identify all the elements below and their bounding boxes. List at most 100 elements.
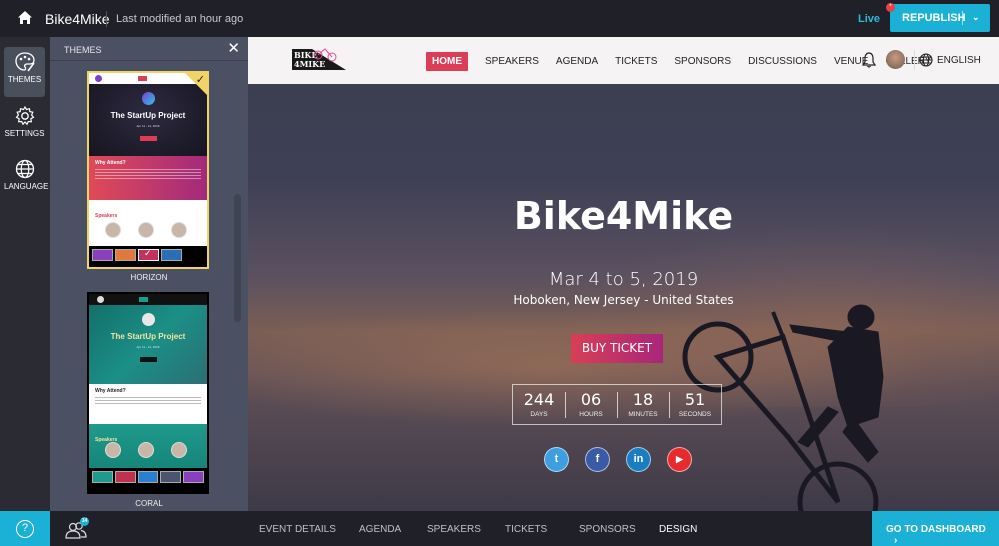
palette-icon [14, 52, 35, 72]
help-icon: ? [16, 520, 34, 538]
check-icon: ✓ [144, 248, 152, 258]
color-swatches: ✓ [89, 246, 207, 264]
theme-preview-why-heading: Why Attend? [95, 160, 126, 166]
swatch-teal[interactable] [92, 471, 113, 483]
nav-agenda[interactable]: AGENDA [556, 56, 598, 67]
theme-preview-why-heading: Why Attend? [95, 388, 126, 394]
bottom-bar: ? 14 EVENT DETAILS AGENDA SPEAKERS TICKE… [0, 511, 999, 546]
globe-icon[interactable] [919, 53, 933, 67]
twitter-icon[interactable]: t [544, 447, 569, 472]
swatch-crimson-selected[interactable]: ✓ [138, 248, 159, 261]
go-to-dashboard-button[interactable]: GO TO DASHBOARD › [872, 511, 999, 546]
theme-preview-hero: The StartUp Project Apr 11 - 12, 2018 [89, 305, 207, 384]
live-link[interactable]: Live [858, 13, 880, 25]
swatch-purple[interactable] [92, 249, 113, 261]
tab-agenda[interactable]: AGENDA [359, 524, 401, 535]
rail-item-label: LANGUAGE [4, 182, 49, 191]
theme-name-coral: CORAL [135, 499, 163, 508]
theme-logo-icon [95, 75, 102, 82]
rail-item-label: SETTINGS [4, 129, 45, 138]
attendees-count-badge: 14 [80, 517, 89, 526]
language-selector[interactable]: ENGLISH [937, 55, 981, 66]
theme-preview-why: Why Attend? [89, 384, 207, 424]
countdown-minutes: 18 MINUTES [617, 385, 669, 424]
republish-button[interactable]: REPUBLISH ⌄ [890, 4, 990, 32]
countdown-label: SECONDS [678, 411, 712, 418]
linkedin-icon[interactable]: in [626, 447, 651, 472]
help-button[interactable]: ? [0, 511, 50, 546]
chevron-right-icon: › [894, 535, 898, 546]
swatch-purple[interactable] [183, 471, 204, 483]
themes-panel: THEMES ✕ The StartUp Project Apr 11 - 12… [50, 37, 248, 511]
rail-item-themes[interactable]: THEMES [4, 47, 45, 97]
swatch-blue[interactable] [161, 249, 182, 261]
theme-logo-icon [141, 92, 155, 105]
speaker-avatar [105, 442, 121, 458]
bike-rider-silhouette [682, 304, 884, 511]
dashboard-label: GO TO DASHBOARD [886, 524, 986, 535]
tab-design[interactable]: DESIGN [659, 524, 697, 535]
bell-icon[interactable] [862, 52, 876, 68]
user-avatar[interactable] [886, 50, 905, 69]
countdown-hours: 06 HOURS [565, 385, 617, 424]
theme-preview-speakers: Speakers [89, 200, 207, 246]
rail-item-label: THEMES [7, 75, 42, 84]
swatch-blue[interactable] [137, 471, 159, 483]
tab-event-details[interactable]: EVENT DETAILS [259, 524, 336, 535]
republish-label: REPUBLISH [902, 12, 966, 24]
speaker-avatar [171, 442, 187, 458]
swatch-slate[interactable] [160, 471, 182, 483]
facebook-icon[interactable]: f [585, 447, 610, 472]
theme-preview-button [139, 136, 157, 141]
theme-card-horizon[interactable]: The StartUp Project Apr 11 - 12, 2018 Wh… [87, 71, 209, 269]
theme-card-coral[interactable]: The StartUp Project Apr 11 - 12, 2018 Wh… [87, 292, 209, 494]
nav-tickets[interactable]: TICKETS [615, 56, 657, 67]
countdown-label: MINUTES [628, 411, 658, 418]
divider [106, 11, 107, 27]
last-modified-text: Last modified an hour ago [116, 13, 244, 25]
swatch-crimson[interactable] [114, 471, 136, 483]
tab-sponsors[interactable]: SPONSORS [579, 524, 636, 535]
unpublished-changes-badge: * [886, 3, 895, 12]
divider [962, 11, 963, 25]
nav-speakers[interactable]: SPEAKERS [485, 56, 539, 67]
speaker-avatar [105, 222, 121, 238]
home-icon[interactable] [17, 10, 33, 25]
top-bar: Bike4Mike Last modified an hour ago Live… [0, 0, 999, 37]
theme-preview-button [139, 357, 157, 362]
tab-speakers[interactable]: SPEAKERS [427, 524, 481, 535]
countdown-value: 18 [632, 390, 654, 409]
youtube-icon[interactable]: ▶ [667, 447, 692, 472]
site-navbar: BIKE 4MIKE HOME SPEAKERS AGENDA TICKETS … [248, 37, 999, 84]
panel-header: THEMES ✕ [50, 37, 248, 61]
theme-preview-date: Apr 11 - 12, 2018 [136, 124, 160, 128]
rail-item-language[interactable]: LANGUAGE [4, 154, 49, 204]
theme-name-horizon: HORIZON [130, 273, 168, 282]
nav-home[interactable]: HOME [426, 52, 468, 71]
event-location: Hoboken, New Jersey - United States [513, 293, 734, 307]
rail-item-settings[interactable]: SETTINGS [4, 101, 45, 151]
countdown-value: 244 [523, 390, 555, 409]
buy-ticket-button[interactable]: BUY TICKET [571, 334, 663, 363]
speaker-avatar [138, 222, 154, 238]
theme-nav-active [139, 297, 148, 302]
globe-icon [15, 159, 34, 179]
swatch-orange[interactable] [115, 249, 136, 261]
app-title: Bike4Mike [45, 11, 110, 27]
left-rail: THEMES SETTINGS LANGUAGE [0, 37, 50, 511]
theme-preview-speakers: Speakers [89, 424, 207, 468]
close-icon[interactable]: ✕ [227, 41, 240, 56]
event-title: Bike4Mike [513, 194, 734, 238]
nav-sponsors[interactable]: SPONSORS [674, 56, 731, 67]
theme-preview-why: Why Attend? [89, 156, 207, 200]
chevron-down-icon[interactable]: ⌄ [972, 12, 980, 23]
theme-logo-icon [141, 313, 155, 326]
bike4mike-logo[interactable]: BIKE 4MIKE [290, 45, 348, 71]
theme-nav-active [138, 76, 147, 81]
countdown-label: HOURS [579, 411, 603, 418]
countdown-label: DAYS [530, 411, 548, 418]
nav-discussions[interactable]: DISCUSSIONS [748, 56, 817, 67]
panel-scrollbar[interactable] [234, 194, 241, 322]
tab-tickets[interactable]: TICKETS [505, 524, 547, 535]
speaker-avatar [171, 222, 187, 238]
